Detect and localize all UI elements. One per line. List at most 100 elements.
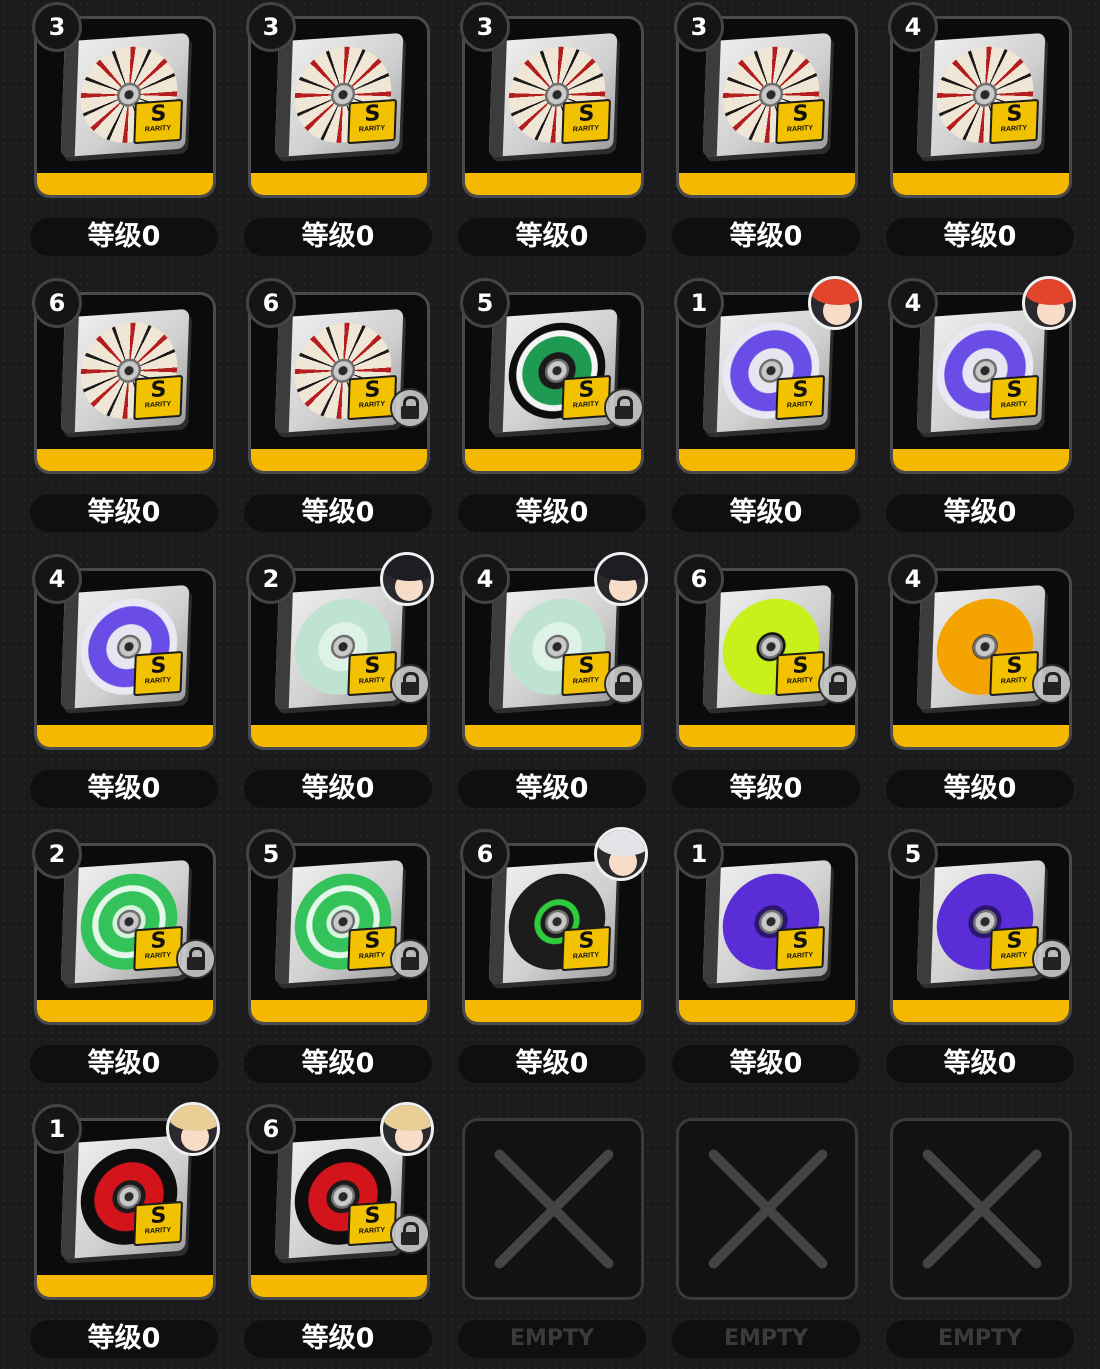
empty-slot-card[interactable] [462, 1118, 644, 1300]
lock-icon[interactable] [176, 939, 216, 979]
case-spine [60, 867, 79, 985]
rarity-badge: S RARITY [775, 650, 826, 697]
slot-number-badge: 4 [460, 554, 510, 604]
lock-icon[interactable] [390, 939, 430, 979]
disc-case-image: S RARITY [60, 1134, 190, 1260]
lock-icon[interactable] [604, 664, 644, 704]
drive-disc-slot[interactable]: S RARITY 4 等级0 [30, 552, 220, 816]
avatar-hair [169, 1105, 217, 1131]
rarity-letter: S [363, 928, 381, 955]
drive-disc-slot[interactable]: S RARITY 1 等级0 [672, 827, 862, 1091]
slot-number-badge: 1 [674, 278, 724, 328]
disc-case-image: S RARITY [488, 308, 618, 434]
disc-case-image: S RARITY [274, 584, 404, 710]
equipped-agent-avatar[interactable] [1022, 276, 1076, 330]
equipped-agent-avatar[interactable] [380, 552, 434, 606]
drive-disc-slot[interactable]: S RARITY 6 等级0 [244, 1102, 434, 1366]
rarity-bar [679, 449, 855, 471]
rarity-badge: S RARITY [347, 98, 398, 145]
level-label: 等级0 [244, 1045, 432, 1083]
drive-disc-slot[interactable]: S RARITY 3 等级0 [458, 0, 648, 264]
drive-disc-slot[interactable]: S RARITY 2 等级0 [30, 827, 220, 1091]
slot-number-badge: 6 [674, 554, 724, 604]
drive-disc-slot[interactable]: S RARITY 4 等级0 [886, 276, 1076, 540]
lock-body [187, 957, 205, 970]
drive-disc-slot[interactable]: S RARITY 3 等级0 [244, 0, 434, 264]
rarity-letter: S [791, 928, 809, 955]
slot-number-badge: 5 [246, 829, 296, 879]
empty-slot-card[interactable] [676, 1118, 858, 1300]
equipped-agent-avatar[interactable] [594, 827, 648, 881]
empty-slot-card[interactable] [890, 1118, 1072, 1300]
rarity-bar [465, 725, 641, 747]
disc-case-image: S RARITY [274, 308, 404, 434]
rarity-letter: S [791, 377, 809, 404]
disc-case-image: S RARITY [702, 584, 832, 710]
disc-case-image: S RARITY [488, 584, 618, 710]
drive-disc-slot[interactable]: S RARITY 1 等级0 [30, 1102, 220, 1366]
drive-disc-slot[interactable]: S RARITY 4 等级0 [886, 0, 1076, 264]
lock-body [615, 682, 633, 695]
drive-disc-slot[interactable]: S RARITY 3 等级0 [672, 0, 862, 264]
lock-icon[interactable] [390, 664, 430, 704]
disc-case-image: S RARITY [916, 32, 1046, 158]
rarity-letter: S [577, 377, 595, 404]
slot-number-badge: 4 [32, 554, 82, 604]
rarity-badge: S RARITY [347, 650, 398, 697]
lock-icon[interactable] [390, 1214, 430, 1254]
rarity-badge: S RARITY [989, 650, 1040, 697]
equipped-agent-avatar[interactable] [380, 1102, 434, 1156]
lock-icon[interactable] [390, 388, 430, 428]
rarity-bar [251, 1275, 427, 1297]
case-spine [702, 40, 721, 158]
slot-number-badge: 5 [888, 829, 938, 879]
case-spine [702, 867, 721, 985]
rarity-bar [37, 725, 213, 747]
drive-disc-slot[interactable]: S RARITY 4 等级0 [886, 552, 1076, 816]
lock-icon[interactable] [1032, 939, 1072, 979]
slot-number-badge: 5 [460, 278, 510, 328]
drive-disc-slot[interactable]: S RARITY 5 等级0 [244, 827, 434, 1091]
case-spine [274, 867, 293, 985]
drive-disc-slot[interactable]: S RARITY 5 等级0 [458, 276, 648, 540]
case-spine [916, 316, 935, 434]
rarity-badge: S RARITY [133, 374, 184, 421]
empty-slot[interactable]: EMPTY [672, 1102, 862, 1366]
disc-case-image: S RARITY [274, 859, 404, 985]
disc-case-image: S RARITY [274, 32, 404, 158]
drive-disc-slot[interactable]: S RARITY 6 等级0 [672, 552, 862, 816]
drive-disc-slot[interactable]: S RARITY 6 等级0 [30, 276, 220, 540]
rarity-bar [37, 449, 213, 471]
drive-disc-slot[interactable]: S RARITY 2 等级0 [244, 552, 434, 816]
equipped-agent-avatar[interactable] [594, 552, 648, 606]
equipped-agent-avatar[interactable] [166, 1102, 220, 1156]
lock-icon[interactable] [818, 664, 858, 704]
slot-number-badge: 3 [246, 2, 296, 52]
empty-slot[interactable]: EMPTY [458, 1102, 648, 1366]
lock-body [401, 1232, 419, 1245]
lock-icon[interactable] [1032, 664, 1072, 704]
disc-case-image: S RARITY [60, 859, 190, 985]
case-spine [488, 867, 507, 985]
slot-number-badge: 4 [888, 2, 938, 52]
rarity-bar [893, 1000, 1069, 1022]
case-spine [60, 40, 79, 158]
drive-disc-slot[interactable]: S RARITY 3 等级0 [30, 0, 220, 264]
equipped-agent-avatar[interactable] [808, 276, 862, 330]
drive-disc-slot[interactable]: S RARITY 6 等级0 [244, 276, 434, 540]
rarity-bar [893, 725, 1069, 747]
drive-disc-slot[interactable]: S RARITY 6 等级0 [458, 827, 648, 1091]
empty-label: EMPTY [672, 1320, 860, 1358]
drive-disc-slot[interactable]: S RARITY 1 等级0 [672, 276, 862, 540]
level-label: 等级0 [30, 494, 218, 532]
lock-body [401, 682, 419, 695]
level-label: 等级0 [672, 494, 860, 532]
disc-case-image: S RARITY [488, 859, 618, 985]
rarity-bar [679, 1000, 855, 1022]
case-spine [702, 592, 721, 710]
slot-number-badge: 4 [888, 554, 938, 604]
drive-disc-slot[interactable]: S RARITY 4 等级0 [458, 552, 648, 816]
empty-slot[interactable]: EMPTY [886, 1102, 1076, 1366]
lock-icon[interactable] [604, 388, 644, 428]
drive-disc-slot[interactable]: S RARITY 5 等级0 [886, 827, 1076, 1091]
